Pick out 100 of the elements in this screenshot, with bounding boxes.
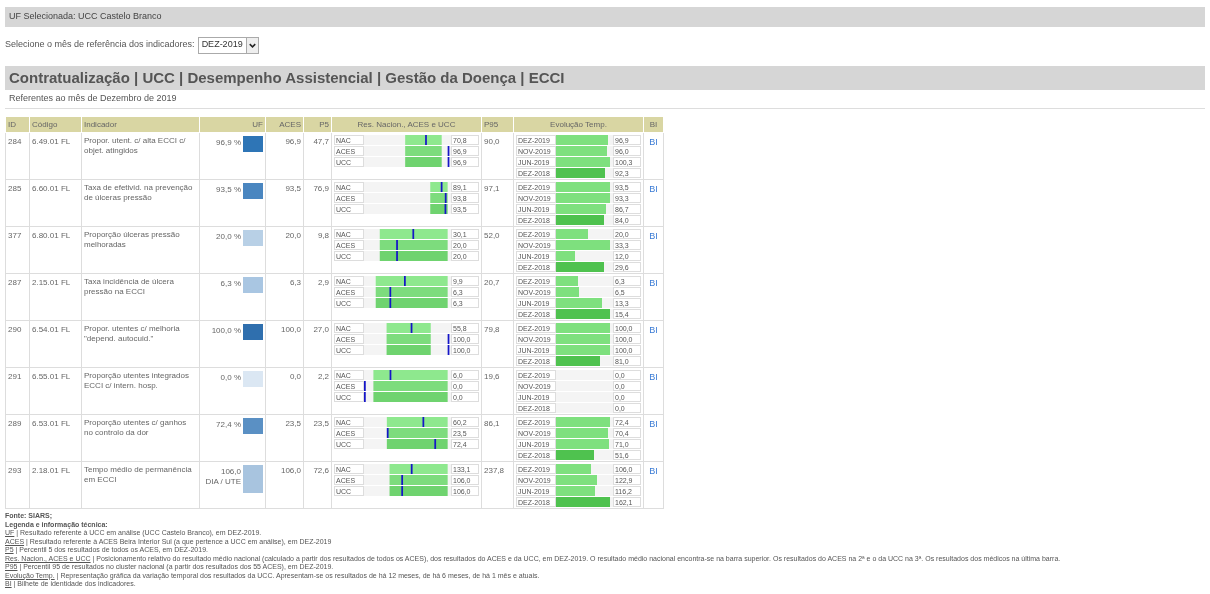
table-cell: 6.60.01 FL (29, 179, 82, 227)
column-header: ID (5, 116, 30, 133)
uf-unit: DIA / UTE (205, 477, 241, 487)
result-marker (422, 417, 425, 427)
table-cell: Propor. utent. c/ alta ECCI c/ objet. atingidos (81, 132, 200, 180)
month-label: Selecione o mês de referência dos indicadores: (5, 38, 195, 52)
bi-link[interactable]: BI (649, 325, 658, 335)
range-band (379, 240, 448, 250)
table-cell: Propor. utentes c/ melhoria "depend. autocuid." (81, 320, 200, 368)
table-cell: 284 (5, 132, 30, 180)
table-cell: 287 (5, 273, 30, 321)
result-marker (386, 428, 389, 438)
result-marker (389, 370, 392, 380)
column-header: ACES (265, 116, 304, 133)
column-header: Indicador (81, 116, 200, 133)
result-marker (425, 135, 427, 145)
bi-link[interactable]: BI (649, 372, 658, 382)
table-cell: 237,8 (481, 461, 514, 509)
range-band (389, 464, 448, 474)
table-cell: Taxa incidência de úlcera pressão na ECCI (81, 273, 200, 321)
result-marker (404, 276, 406, 286)
range-band (430, 204, 448, 214)
table-cell: 2.18.01 FL (29, 461, 82, 509)
month-select[interactable]: DEZ-2019 (197, 36, 259, 54)
table-cell: Taxa de efetivid. na prevenção de úlceras pressão (81, 179, 200, 227)
column-header: Evolução Temp. (513, 116, 644, 133)
range-band (405, 157, 442, 167)
table-cell: 20,7 (481, 273, 514, 321)
table-cell: 23,5 (303, 414, 332, 462)
uf-value: 96,9 % (216, 138, 241, 148)
table-cell: 76,9 (303, 179, 332, 227)
result-marker (434, 439, 437, 449)
selected-unit-text: UF Selecionada: UCC Castelo Branco (9, 10, 162, 24)
table-cell: 6.53.01 FL (29, 414, 82, 462)
trend-bar (556, 276, 578, 286)
trend-bar (556, 475, 597, 485)
range-band (386, 428, 448, 438)
caret-icon (245, 37, 258, 53)
section-subtitle: Referentes ao mês de Dezembro de 2019 (9, 92, 177, 106)
table-cell: 6.54.01 FL (29, 320, 82, 368)
section-title: Contratualização | UCC | Desempenho Assistencial | Gestão da Doença | ECCI (9, 67, 565, 88)
table-cell: 6,3 (265, 273, 304, 321)
column-header: BI (643, 116, 664, 133)
range-band (386, 323, 431, 333)
table-cell: 293 (5, 461, 30, 509)
uf-value: 93,5 % (216, 185, 241, 195)
column-header: P5 (303, 116, 332, 133)
table-cell: 2.15.01 FL (29, 273, 82, 321)
range-band (379, 251, 448, 261)
range-band (386, 439, 448, 449)
table-cell: Proporção úlceras pressão melhoradas (81, 226, 200, 274)
table-cell: 9,8 (303, 226, 332, 274)
table-cell: 96,9 (265, 132, 304, 180)
table-cell: 289 (5, 414, 30, 462)
trend-bar (556, 464, 592, 474)
table-cell: 97,1 (481, 179, 514, 227)
table-cell: 6.55.01 FL (29, 367, 82, 415)
result-marker (410, 464, 413, 474)
table-cell: 6.49.01 FL (29, 132, 82, 180)
table-cell: 6.80.01 FL (29, 226, 82, 274)
range-band (430, 182, 448, 192)
uf-value: 0,0 % (220, 373, 241, 383)
range-band (386, 417, 448, 427)
bi-link[interactable]: BI (649, 137, 658, 147)
table-cell: 79,8 (481, 320, 514, 368)
table-cell: Tempo médio de permanência em ECCI (81, 461, 200, 509)
table-cell: 47,7 (303, 132, 332, 180)
table-cell: 52,0 (481, 226, 514, 274)
uf-value: 72,4 % (216, 420, 241, 430)
table-cell: 285 (5, 179, 30, 227)
table-cell: Proporção utentes c/ ganhos no controlo da dor (81, 414, 200, 462)
table-cell: 377 (5, 226, 30, 274)
range-band (386, 334, 431, 344)
table-cell: Proporção utentes integrados ECCI c/ intern. hosp. (81, 367, 200, 415)
bi-link[interactable]: BI (649, 231, 658, 241)
range-band (405, 146, 442, 156)
range-band (386, 345, 431, 355)
column-header: Código (29, 116, 82, 133)
bi-link[interactable]: BI (649, 419, 658, 429)
bi-link[interactable]: BI (649, 184, 658, 194)
table-cell: 90,0 (481, 132, 514, 180)
trend-bar (556, 486, 595, 496)
table-cell: 27,0 (303, 320, 332, 368)
table-cell: 291 (5, 367, 30, 415)
uf-value: 100,0 % (211, 326, 241, 336)
trend-bar (556, 356, 600, 366)
bi-link[interactable]: BI (649, 278, 658, 288)
table-cell: 86,1 (481, 414, 514, 462)
table-cell: 290 (5, 320, 30, 368)
range-band (389, 486, 448, 496)
trend-bar (556, 450, 595, 460)
table-cell: 100,0 (265, 320, 304, 368)
column-header: UF (199, 116, 266, 133)
table-cell: 2,9 (303, 273, 332, 321)
uf-value: 6,3 % (220, 279, 241, 289)
bi-link[interactable]: BI (649, 466, 658, 476)
column-header: P95 (481, 116, 514, 133)
uf-value: 20,0 % (216, 232, 241, 242)
table-cell: 93,5 (265, 179, 304, 227)
column-header: Res. Nacion., ACES e UCC (331, 116, 482, 133)
